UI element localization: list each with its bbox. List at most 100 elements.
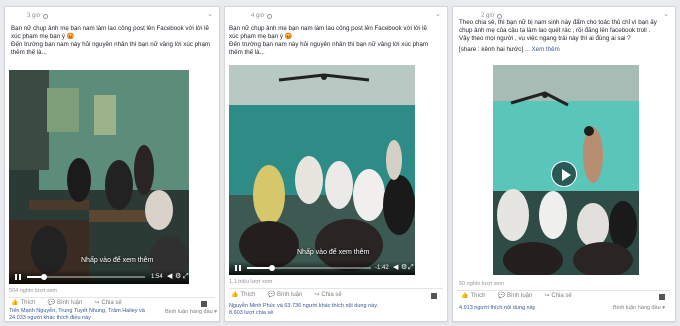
- comment-label: Bình luận: [506, 292, 533, 299]
- globe-icon: [266, 13, 272, 19]
- avatar[interactable]: [659, 294, 665, 300]
- view-count: 50 nghìn lượt xem: [459, 281, 504, 287]
- video-progress-fill: [247, 267, 270, 269]
- post-text-line: xúc phạm mẹ bạn ý 😡: [229, 33, 293, 40]
- comment-button[interactable]: 💬 Bình luận: [47, 299, 83, 307]
- share-count[interactable]: 8.603 lượt chia sẻ: [229, 310, 378, 317]
- post-timestamp[interactable]: 3 giờ: [27, 13, 48, 19]
- comment-icon: 💬: [497, 293, 505, 299]
- share-label: Chia sẻ: [321, 291, 342, 298]
- like-button[interactable]: 👍 Thích: [461, 292, 486, 300]
- chevron-down-icon[interactable]: ⌄: [663, 11, 669, 18]
- action-bar: 👍 Thích 💬 Bình luận ↪ Chia sẻ: [231, 291, 354, 299]
- divider: [229, 288, 443, 289]
- divider: [457, 290, 671, 291]
- video-progress-bar[interactable]: [27, 274, 145, 280]
- share-label: Chia sẻ: [101, 299, 122, 306]
- post-text-line: Bạn nữ chụp ảnh mẹ bạn nam làm lao công …: [229, 25, 427, 32]
- timestamp-text[interactable]: 3 giờ: [27, 13, 41, 19]
- like-label: Thích: [240, 291, 256, 298]
- video-progress-bar[interactable]: [247, 265, 371, 271]
- post-text-line: Đến trường bạn nam này hỏi nguyên nhân t…: [229, 41, 429, 48]
- post-text-line: thêm thế là...: [229, 49, 265, 56]
- like-button[interactable]: 👍 Thích: [11, 299, 36, 307]
- globe-icon: [42, 13, 48, 19]
- like-summary[interactable]: Tiến Mạnh Nguyễn, Trung Tuyết Nhung, Trâ…: [9, 308, 145, 321]
- like-icon: 👍: [231, 292, 239, 298]
- comment-button[interactable]: 💬 Bình luận: [267, 291, 303, 299]
- post-2: 4 giờ ⌄ Bạn nữ chụp ảnh mẹ bạn nam làm l…: [224, 6, 448, 322]
- share-icon: ↪: [94, 300, 100, 306]
- view-count: 1,1 triệu lượt xem: [229, 279, 273, 285]
- video-time: 1:54: [151, 274, 163, 280]
- volume-icon[interactable]: ◀: [167, 273, 172, 281]
- fullscreen-icon[interactable]: ⤢: [408, 264, 414, 272]
- post-3: 2 giờ ⌄ Theo chia sẻ, thì bạn nữ bị nam …: [452, 6, 676, 322]
- comment-label: Bình luận: [276, 291, 303, 298]
- video-player[interactable]: Nhấp vào để xem thêm 1:54 ◀ ⚙ ⤢: [9, 70, 189, 284]
- post-text-line: Theo chia sẻ, thì bạn nữ bị nam sinh này…: [459, 19, 657, 26]
- share-icon: ↪: [314, 292, 320, 298]
- comment-button[interactable]: 💬 Bình luận: [497, 292, 533, 300]
- like-summary-line[interactable]: 24.033 người khác thích điều này: [9, 315, 145, 321]
- video-player[interactable]: [493, 65, 639, 275]
- video-cta-text[interactable]: Nhấp vào để xem thêm: [81, 257, 153, 264]
- like-label: Thích: [470, 292, 486, 299]
- share-button[interactable]: ↪ Chia sẻ: [544, 292, 572, 300]
- post-text-line: xúc phạm mẹ bạn ý 😡: [11, 33, 75, 40]
- pause-icon[interactable]: [235, 265, 241, 271]
- post-text-line: Bạn nữ chụp ảnh mẹ bạn nam làm lao công …: [11, 25, 209, 32]
- like-label: Thích: [20, 299, 36, 306]
- pause-icon[interactable]: [15, 274, 21, 280]
- like-summary-line[interactable]: 4.913 người thích nội dung này: [459, 305, 535, 311]
- video-frame: [9, 70, 189, 284]
- see-more-link[interactable]: ... Xem thêm: [525, 46, 560, 53]
- comment-sort-dropdown[interactable]: Bình luận hàng đầu ▾: [165, 309, 217, 315]
- action-bar: 👍 Thích 💬 Bình luận ↪ Chia sẻ: [11, 299, 134, 307]
- video-cta-text[interactable]: Nhấp vào để xem thêm: [297, 249, 369, 256]
- video-progress-knob[interactable]: [269, 265, 276, 271]
- like-summary[interactable]: Nguyễn Minh Phúc và 63.736 người khác th…: [229, 303, 378, 317]
- play-icon[interactable]: [551, 161, 577, 187]
- post-text: Bạn nữ chụp ảnh mẹ bạn nam làm lao công …: [11, 25, 215, 57]
- video-time: -1:42: [375, 265, 389, 271]
- video-progress-knob[interactable]: [41, 274, 48, 280]
- globe-icon: [496, 13, 502, 19]
- chevron-down-icon[interactable]: ⌄: [207, 11, 213, 18]
- settings-icon[interactable]: ⚙: [401, 264, 407, 272]
- post-text: Theo chia sẻ, thì bạn nữ bị nam sinh này…: [459, 19, 671, 54]
- like-summary[interactable]: 4.913 người thích nội dung này: [459, 305, 535, 312]
- action-bar: 👍 Thích 💬 Bình luận ↪ Chia sẻ: [461, 292, 584, 300]
- post-1: 3 giờ ⌄ Bạn nữ chụp ảnh mẹ bạn nam làm l…: [4, 6, 220, 322]
- fullscreen-icon[interactable]: ⤢: [183, 273, 189, 281]
- share-label: Chia sẻ: [551, 292, 572, 299]
- video-frame: [229, 65, 415, 275]
- avatar[interactable]: [201, 301, 207, 307]
- post-text-line: thêm thế là...: [11, 49, 47, 56]
- share-button[interactable]: ↪ Chia sẻ: [314, 291, 342, 299]
- like-icon: 👍: [11, 300, 19, 306]
- post-text-line: Đến trường bạn nam này hỏi nguyên nhân t…: [11, 41, 211, 48]
- like-summary-line[interactable]: Nguyễn Minh Phúc và 63.736 người khác th…: [229, 303, 378, 310]
- like-summary-line[interactable]: Tiến Mạnh Nguyễn, Trung Tuyết Nhung, Trâ…: [9, 308, 145, 315]
- post-timestamp[interactable]: 4 giờ: [251, 13, 272, 19]
- share-icon: ↪: [544, 293, 550, 299]
- share-button[interactable]: ↪ Chia sẻ: [94, 299, 122, 307]
- timestamp-text[interactable]: 4 giờ: [251, 13, 265, 19]
- video-controls: 1:54 ◀ ⚙ ⤢: [9, 270, 189, 284]
- chevron-down-icon[interactable]: ⌄: [435, 11, 441, 18]
- video-player[interactable]: Nhấp vào để xem thêm -1:42 ◀ ⚙ ⤢: [229, 65, 415, 275]
- video-controls: -1:42 ◀ ⚙ ⤢: [229, 261, 415, 275]
- volume-icon[interactable]: ◀: [393, 264, 398, 272]
- like-button[interactable]: 👍 Thích: [231, 291, 256, 299]
- post-text-line: Vậy theo mọi người , vụ việc ngang trái …: [459, 35, 631, 42]
- comment-icon: 💬: [267, 292, 275, 298]
- comment-icon: 💬: [47, 300, 55, 306]
- like-icon: 👍: [461, 293, 469, 299]
- post-text-line: chụp ảnh mẹ của cậu ta làm lao quét rác …: [459, 27, 651, 34]
- post-text: Bạn nữ chụp ảnh mẹ bạn nam làm lao công …: [229, 25, 443, 57]
- avatar[interactable]: [431, 293, 437, 299]
- post-text-line: [share : kênh hai hước] ... Xem thêm: [459, 46, 671, 54]
- settings-icon[interactable]: ⚙: [175, 273, 181, 281]
- comment-sort-dropdown[interactable]: Bình luận hàng đầu ▾: [613, 305, 665, 311]
